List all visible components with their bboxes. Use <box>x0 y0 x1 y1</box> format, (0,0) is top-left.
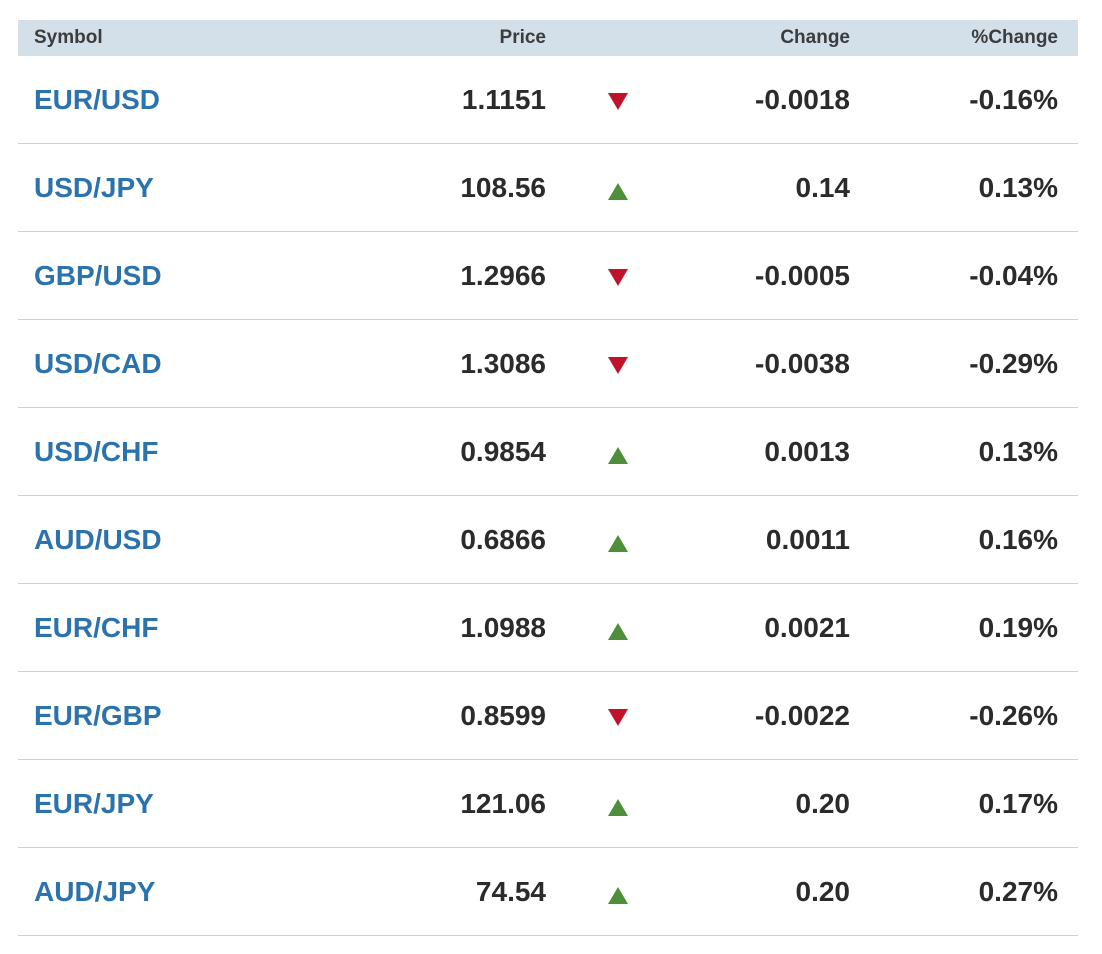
change-cell: 0.0011 <box>765 523 850 555</box>
table-row[interactable]: EUR/JPY 121.06 0.20 0.17% <box>18 760 1078 848</box>
change-cell: 0.0013 <box>764 435 850 467</box>
table-body: EUR/USD 1.1151 -0.0018 -0.16% USD/JPY 108.56 0… <box>18 56 1078 936</box>
change-cell: 0.20 <box>795 875 851 907</box>
direction-cell <box>546 89 686 110</box>
table-row[interactable]: EUR/GBP 0.8599 -0.0022 -0.26% <box>18 672 1078 760</box>
symbol-link[interactable]: EUR/GBP <box>34 700 162 731</box>
symbol-cell: AUD/USD <box>18 524 218 556</box>
pct-change-cell: 0.17% <box>978 787 1058 819</box>
arrow-up-icon <box>608 183 628 200</box>
pct-change-cell: -0.26% <box>969 699 1058 731</box>
price-cell: 74.54 <box>475 875 546 907</box>
price-cell: 1.3086 <box>460 347 546 379</box>
direction-cell <box>546 439 686 464</box>
symbol-cell: EUR/CHF <box>18 612 218 644</box>
table-header: Symbol Price Change %Change <box>18 20 1078 56</box>
arrow-up-icon <box>608 447 628 464</box>
table-row[interactable]: AUD/JPY 74.54 0.20 0.27% <box>18 848 1078 936</box>
price-cell: 0.9854 <box>460 435 546 467</box>
direction-cell <box>546 353 686 374</box>
pct-change-cell: -0.04% <box>969 259 1058 291</box>
symbol-link[interactable]: AUD/JPY <box>34 876 155 907</box>
arrow-up-icon <box>608 623 628 640</box>
table-row[interactable]: USD/CHF 0.9854 0.0013 0.13% <box>18 408 1078 496</box>
table-row[interactable]: USD/CAD 1.3086 -0.0038 -0.29% <box>18 320 1078 408</box>
symbol-cell: USD/CAD <box>18 348 218 380</box>
change-cell: -0.0022 <box>755 699 850 731</box>
change-cell: 0.14 <box>795 171 851 203</box>
direction-cell <box>546 175 686 200</box>
header-pct-change[interactable]: %Change <box>850 27 1058 49</box>
symbol-cell: GBP/USD <box>18 260 218 292</box>
price-cell: 1.1151 <box>461 83 546 115</box>
price-cell: 121.06 <box>460 787 546 819</box>
change-cell: 0.20 <box>795 787 851 819</box>
symbol-link[interactable]: USD/CHF <box>34 436 158 467</box>
direction-cell <box>546 615 686 640</box>
arrow-down-icon <box>608 357 628 374</box>
direction-cell <box>546 705 686 726</box>
currency-quote-table: Symbol Price Change %Change EUR/USD 1.115… <box>18 20 1078 936</box>
symbol-cell: EUR/USD <box>18 84 218 116</box>
symbol-link[interactable]: USD/CAD <box>34 348 162 379</box>
arrow-up-icon <box>608 535 628 552</box>
direction-cell <box>546 265 686 286</box>
direction-cell <box>546 879 686 904</box>
change-cell: -0.0018 <box>755 83 850 115</box>
pct-change-cell: 0.27% <box>978 875 1058 907</box>
price-cell: 1.2966 <box>460 259 546 291</box>
price-cell: 0.6866 <box>460 523 546 555</box>
table-row[interactable]: AUD/USD 0.6866 0.0011 0.16% <box>18 496 1078 584</box>
table-row[interactable]: GBP/USD 1.2966 -0.0005 -0.04% <box>18 232 1078 320</box>
change-cell: -0.0005 <box>755 259 850 291</box>
symbol-link[interactable]: AUD/USD <box>34 524 162 555</box>
pct-change-cell: 0.13% <box>978 171 1058 203</box>
table-row[interactable]: EUR/USD 1.1151 -0.0018 -0.16% <box>18 56 1078 144</box>
pct-change-cell: 0.19% <box>978 611 1058 643</box>
direction-cell <box>546 791 686 816</box>
arrow-down-icon <box>608 93 628 110</box>
symbol-cell: USD/JPY <box>18 172 218 204</box>
arrow-down-icon <box>608 709 628 726</box>
header-change[interactable]: Change <box>686 27 850 49</box>
price-cell: 108.56 <box>460 171 546 203</box>
direction-cell <box>546 527 686 552</box>
price-cell: 0.8599 <box>460 699 546 731</box>
table-row[interactable]: EUR/CHF 1.0988 0.0021 0.19% <box>18 584 1078 672</box>
symbol-cell: EUR/JPY <box>18 788 218 820</box>
change-cell: -0.0038 <box>755 347 850 379</box>
price-cell: 1.0988 <box>460 611 546 643</box>
symbol-cell: EUR/GBP <box>18 700 218 732</box>
symbol-link[interactable]: EUR/JPY <box>34 788 154 819</box>
symbol-link[interactable]: GBP/USD <box>34 260 162 291</box>
symbol-link[interactable]: EUR/USD <box>34 84 160 115</box>
header-price[interactable]: Price <box>218 27 546 49</box>
arrow-up-icon <box>608 799 628 816</box>
pct-change-cell: -0.16% <box>969 83 1058 115</box>
pct-change-cell: -0.29% <box>969 347 1058 379</box>
symbol-link[interactable]: EUR/CHF <box>34 612 158 643</box>
header-symbol[interactable]: Symbol <box>18 27 218 49</box>
symbol-link[interactable]: USD/JPY <box>34 172 154 203</box>
arrow-down-icon <box>608 269 628 286</box>
pct-change-cell: 0.16% <box>978 523 1058 555</box>
symbol-cell: USD/CHF <box>18 436 218 468</box>
pct-change-cell: 0.13% <box>978 435 1058 467</box>
arrow-up-icon <box>608 887 628 904</box>
symbol-cell: AUD/JPY <box>18 876 218 908</box>
change-cell: 0.0021 <box>764 611 850 643</box>
table-row[interactable]: USD/JPY 108.56 0.14 0.13% <box>18 144 1078 232</box>
